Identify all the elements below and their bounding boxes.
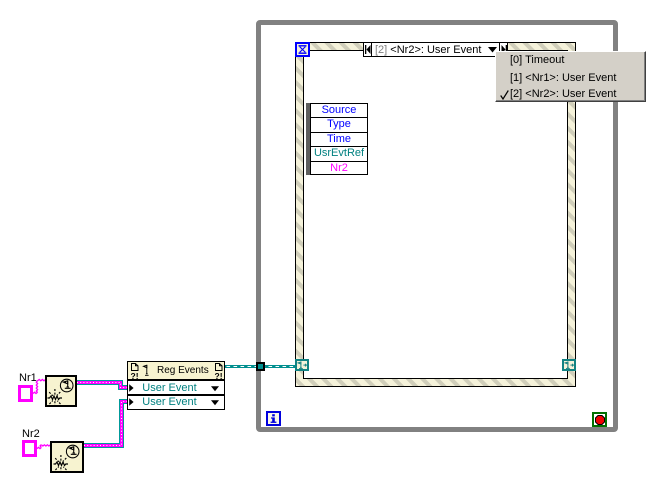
svg-text:?!: ?! bbox=[215, 371, 223, 380]
svg-text:?!: ?! bbox=[131, 371, 139, 380]
